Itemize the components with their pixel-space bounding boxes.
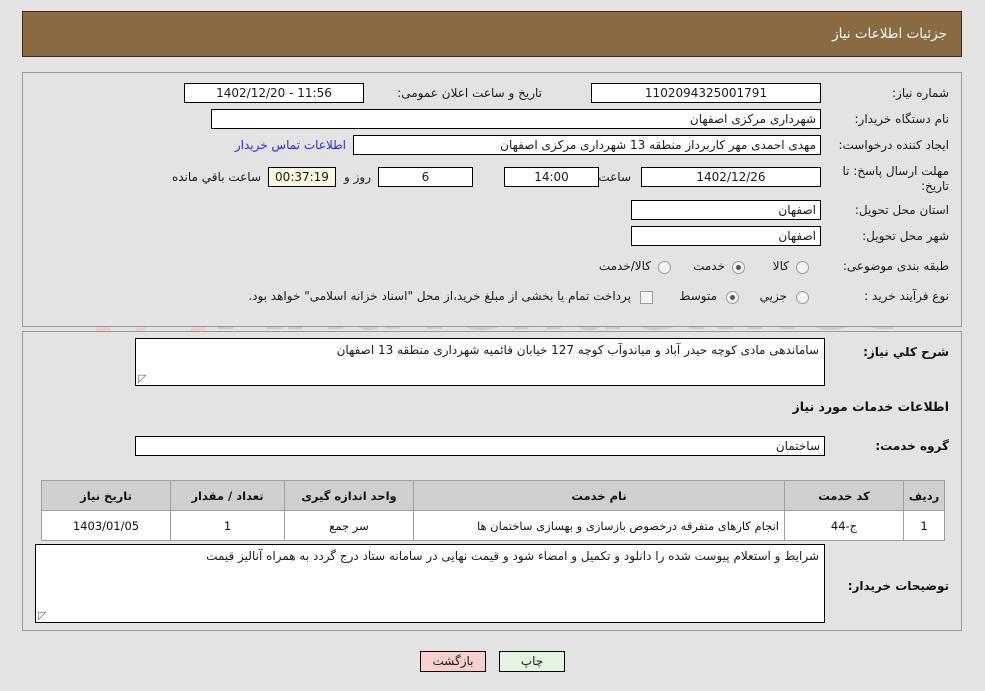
col-qty: تعداد / مقدار [170,480,285,511]
service-group-label: گروه خدمت: [875,439,949,453]
buyer-notes-textarea[interactable]: شرایط و استعلام پیوست شده را دانلود و تک… [35,544,825,623]
radio-label-category-goods-service[interactable]: کالا/خدمت [599,259,651,273]
footer-actions: بازگشت چاپ [0,646,985,676]
radio-category-goods-service[interactable] [658,261,671,274]
treasury-docs-checkbox[interactable] [640,291,653,304]
days-label: روز و [344,170,371,184]
purchase-process-label: نوع فرآیند خرید : [864,289,949,303]
radio-label-category-service[interactable]: خدمت [693,259,725,273]
delivery-province-field[interactable]: اصفهان [631,200,821,220]
buyer-contact-link[interactable]: اطلاعات تماس خریدار [235,138,346,152]
services-table: ردیف کد خدمت نام خدمت واحد اندازه گیری ت… [41,480,945,541]
cell-row: 1 [903,510,945,541]
response-deadline-label: مهلت ارسال پاسخ: تا تاریخ: [842,164,949,193]
radio-category-goods[interactable] [796,261,809,274]
deadline-hour-field[interactable]: 14:00 [504,167,599,187]
buyer-notes-text: شرایط و استعلام پیوست شده را دانلود و تک… [206,549,819,563]
page-title: جزئیات اطلاعات نیاز [832,26,947,42]
cell-date: 1403/01/05 [41,510,171,541]
need-info-panel: شماره نیاز: 1102094325001791 تاریخ و ساع… [22,72,962,327]
buyer-org-label: نام دستگاه خریدار: [854,112,950,126]
announce-datetime-field[interactable]: 11:56 - 1402/12/20 [184,83,364,103]
countdown-timer-field: 00:37:19 [268,167,336,187]
col-code: کد خدمت [784,480,904,511]
need-summary-text: ساماندهی مادی کوچه حیدر آباد و میاندوآب … [336,343,819,357]
col-unit: واحد اندازه گیری [284,480,414,511]
remaining-days-field[interactable]: 6 [378,167,473,187]
cell-qty: 1 [170,510,285,541]
service-group-field[interactable]: ساختمان [135,436,825,456]
remaining-hours-label: ساعت باقي مانده [171,170,261,184]
table-header-row: ردیف کد خدمت نام خدمت واحد اندازه گیری ت… [41,480,945,511]
radio-process-minor[interactable] [796,291,809,304]
col-row: ردیف [903,480,945,511]
table-row: 1 ج-44 انجام کارهای متفرقه درخصوص بازساز… [41,510,945,541]
back-button[interactable]: بازگشت [420,650,486,672]
treasury-docs-note: پرداخت تمام یا بخشی از مبلغ خرید،از محل … [248,289,631,303]
col-name: نام خدمت [413,480,785,511]
need-summary-label: شرح کلي نیاز: [863,345,949,359]
request-creator-label: ایجاد کننده درخواست: [838,138,949,152]
subject-category-label: طبقه بندی موضوعی: [842,259,949,273]
buyer-org-field[interactable]: شهرداری مرکزی اصفهان [211,109,821,129]
radio-label-process-minor[interactable]: جزیي [760,289,787,303]
need-details-panel: شرح کلي نیاز: ساماندهی مادی کوچه حیدر آب… [22,331,962,631]
buyer-notes-label: توضیحات خریدار: [847,579,949,593]
resize-grip-icon[interactable]: ◹ [138,372,150,385]
resize-grip-icon[interactable]: ◹ [38,609,50,622]
services-section-title: اطلاعات خدمات مورد نیاز [792,399,950,414]
need-summary-textarea[interactable]: ساماندهی مادی کوچه حیدر آباد و میاندوآب … [135,338,825,386]
deadline-date-field[interactable]: 1402/12/26 [641,167,821,187]
page-header: جزئیات اطلاعات نیاز [22,11,962,57]
delivery-city-label: شهر محل تحویل: [862,229,949,243]
cell-name: انجام کارهای متفرقه درخصوص بازسازی و بهس… [413,510,785,541]
radio-process-medium[interactable] [726,291,739,304]
hour-label: ساعت [598,170,631,184]
need-number-field[interactable]: 1102094325001791 [591,83,821,103]
radio-category-service[interactable] [732,261,745,274]
request-creator-field[interactable]: مهدی احمدی مهر کاربرداز منطقه 13 شهرداری… [353,135,821,155]
cell-code: ج-44 [784,510,904,541]
delivery-city-field[interactable]: اصفهان [631,226,821,246]
radio-label-process-medium[interactable]: متوسط [679,289,717,303]
cell-unit: سر جمع [284,510,414,541]
need-number-label: شماره نیاز: [892,86,949,100]
announce-datetime-label: تاریخ و ساعت اعلان عمومی: [397,86,542,100]
radio-label-category-goods[interactable]: کالا [773,259,789,273]
delivery-province-label: استان محل تحویل: [854,203,949,217]
print-button[interactable]: چاپ [499,650,565,672]
col-date: تاریخ نیاز [41,480,171,511]
